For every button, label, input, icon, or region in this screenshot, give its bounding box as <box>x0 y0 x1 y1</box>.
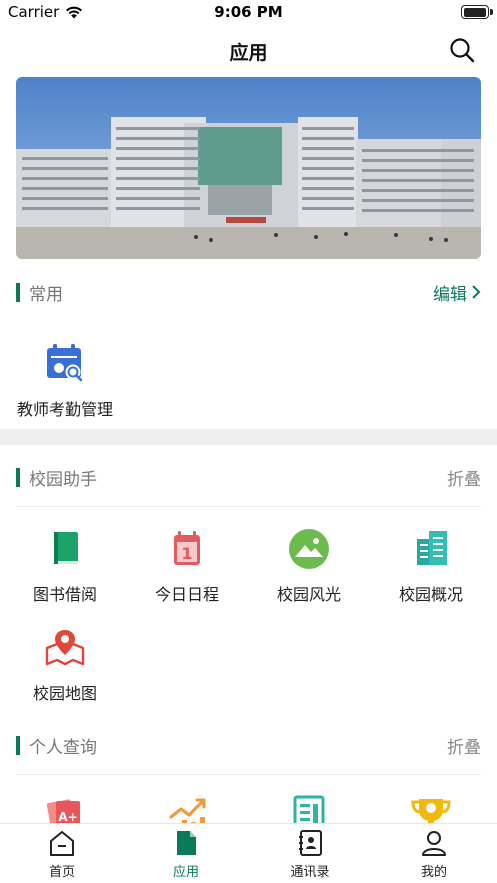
tab-apps[interactable]: 应用 <box>124 828 248 880</box>
campus-assistant-section-title: 校园助手 <box>29 469 97 490</box>
svg-text:1: 1 <box>181 544 192 563</box>
calendar-icon: 1 <box>174 531 200 565</box>
section-divider <box>0 429 497 445</box>
personal-query-section-header: 个人查询 折叠 <box>16 731 481 759</box>
app-label: 校园风光 <box>276 585 341 604</box>
contacts-icon <box>299 830 322 856</box>
tab-home[interactable]: 首页 <box>0 828 124 880</box>
divider-line <box>16 774 481 775</box>
app-today-schedule[interactable]: 1 今日日程 <box>125 527 249 605</box>
app-label: 今日日程 <box>154 585 219 604</box>
app-campus-scenery[interactable]: 校园风光 <box>247 527 371 605</box>
chevron-right-icon <box>472 285 481 299</box>
divider-line <box>16 506 481 507</box>
book-icon <box>54 532 78 565</box>
common-section-title: 常用 <box>29 284 63 305</box>
map-pin-icon <box>45 630 85 666</box>
apps-icon <box>177 831 196 855</box>
campus-assistant-section-header: 校园助手 折叠 <box>16 463 481 491</box>
app-library-borrow[interactable]: 图书借阅 <box>3 527 127 605</box>
app-campus-map[interactable]: 校园地图 <box>3 626 127 704</box>
app-teacher-attendance[interactable]: 教师考勤管理 <box>3 342 127 420</box>
search-icon[interactable] <box>449 37 475 63</box>
app-label: 图书借阅 <box>32 585 97 604</box>
app-campus-overview[interactable]: 校园概况 <box>369 527 493 605</box>
app-label: 教师考勤管理 <box>16 400 113 419</box>
common-section-header: 常用 编辑 <box>16 278 481 306</box>
building-icon <box>417 531 447 565</box>
personal-query-section-title: 个人查询 <box>29 737 97 758</box>
nav-bar: 应用 <box>0 26 497 74</box>
collapse-button[interactable]: 折叠 <box>447 733 481 758</box>
edit-label: 编辑 <box>433 284 467 305</box>
campus-building-illustration <box>16 77 481 259</box>
campus-banner-image[interactable] <box>16 77 481 259</box>
attendance-calendar-icon <box>47 344 83 382</box>
app-label: 校园地图 <box>32 684 97 703</box>
tab-profile[interactable]: 我的 <box>372 828 496 880</box>
collapse-button[interactable]: 折叠 <box>447 465 481 490</box>
tab-label: 我的 <box>420 865 447 880</box>
tab-contacts[interactable]: 通讯录 <box>248 828 372 880</box>
tab-bar: 首页 应用 通讯录 我的 <box>0 823 497 883</box>
status-time: 9:06 PM <box>214 3 283 21</box>
edit-button[interactable]: 编辑 <box>433 280 481 305</box>
tab-label: 首页 <box>48 865 75 880</box>
home-icon <box>50 831 74 856</box>
section-accent-bar <box>16 467 20 487</box>
status-bar: Carrier 9:06 PM <box>0 0 497 26</box>
svg-text:A+: A+ <box>58 810 77 824</box>
app-label: 校园概况 <box>398 585 463 604</box>
tab-label: 应用 <box>172 865 199 880</box>
section-accent-bar <box>16 282 20 302</box>
profile-icon <box>422 831 446 856</box>
section-accent-bar <box>16 735 20 755</box>
landscape-icon <box>289 529 329 569</box>
page-title: 应用 <box>229 42 268 64</box>
tab-label: 通讯录 <box>290 865 330 880</box>
battery-icon <box>461 5 493 19</box>
